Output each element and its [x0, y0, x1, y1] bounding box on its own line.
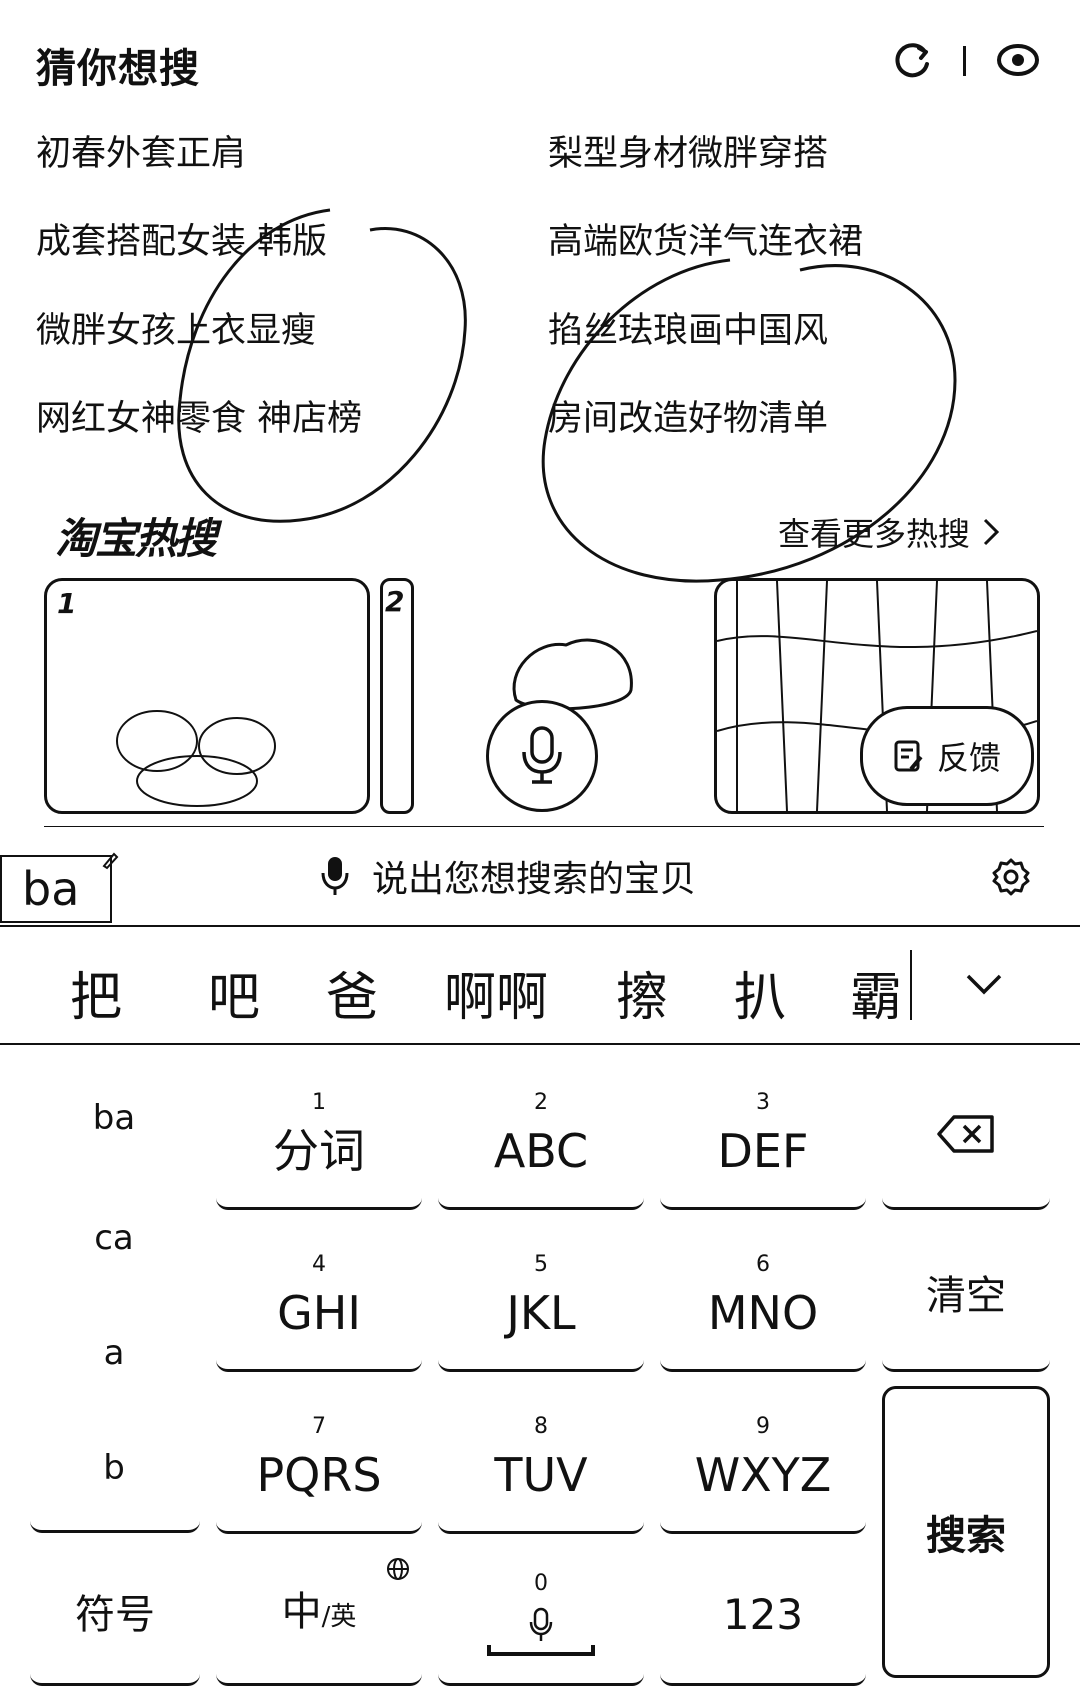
candidate-bar-divider [0, 1043, 1080, 1045]
candidate-item[interactable]: 扒 [734, 955, 786, 1030]
key-number: 1 [312, 1089, 326, 1115]
pinyin-option[interactable]: a [24, 1333, 204, 1373]
gear-icon[interactable] [990, 856, 1032, 898]
hot-search-card[interactable]: 2 [380, 578, 414, 814]
lang-sub-label: /英 [321, 1602, 357, 1632]
more-hot-search-link[interactable]: 查看更多热搜 [778, 509, 1000, 555]
key-number: 5 [534, 1251, 548, 1277]
key-number: 8 [534, 1413, 548, 1439]
hot-search-card[interactable]: 1 [44, 578, 370, 814]
feedback-button[interactable]: 反馈 [860, 706, 1034, 806]
key-label: DEF [717, 1123, 809, 1178]
candidate-divider [910, 950, 912, 1020]
number-key[interactable]: 123 [660, 1546, 866, 1686]
voice-input-hint[interactable]: 说出您想搜索的宝贝 [320, 850, 696, 902]
key-number: 0 [534, 1570, 548, 1596]
pencil-icon [102, 852, 119, 870]
feedback-label: 反馈 [936, 739, 1001, 777]
candidate-item[interactable]: 啊啊 [444, 955, 548, 1030]
refresh-icon[interactable] [893, 40, 933, 80]
content-bottom-divider [44, 826, 1044, 827]
key-2[interactable]: 2 ABC [438, 1060, 644, 1210]
rank-badge: 2 [385, 585, 405, 618]
key-label: 123 [722, 1589, 804, 1639]
feedback-icon [893, 739, 925, 773]
key-1[interactable]: 1 分词 [216, 1060, 422, 1210]
keyword-item[interactable]: 梨型身材微胖穿搭 [548, 125, 828, 176]
key-number: 9 [756, 1413, 770, 1439]
guess-section-title: 猜你想搜 [36, 46, 200, 92]
key-label: PQRS [256, 1447, 382, 1502]
key-label: 清空 [926, 1272, 1006, 1319]
candidate-item[interactable]: 爸 [326, 955, 378, 1030]
input-bar-divider [0, 925, 1080, 927]
key-number: 4 [312, 1251, 326, 1277]
toolbar-divider [963, 46, 966, 76]
pinyin-option[interactable]: b [24, 1448, 204, 1488]
chevron-down-icon[interactable] [960, 960, 1008, 1008]
key-number: 3 [756, 1089, 770, 1115]
mic-icon [520, 726, 564, 786]
key-label: MNO [707, 1285, 819, 1340]
key-label: TUV [494, 1447, 588, 1502]
voice-hint-label: 说出您想搜索的宝贝 [372, 859, 697, 900]
backspace-key[interactable] [882, 1060, 1050, 1210]
key-7[interactable]: 7 PQRS [216, 1384, 422, 1534]
key-label: ABC [493, 1123, 589, 1178]
rank-badge: 1 [57, 587, 77, 620]
chevron-right-icon [982, 517, 1000, 547]
mic-icon [320, 855, 350, 897]
lang-main-label: 中 [281, 1589, 322, 1635]
pinyin-option[interactable]: ba [24, 1098, 204, 1138]
more-hot-search-label: 查看更多热搜 [778, 515, 971, 553]
search-enter-key[interactable]: 搜索 [882, 1386, 1050, 1678]
mic-icon [529, 1607, 553, 1643]
key-label: WXYZ [694, 1447, 832, 1502]
candidate-item[interactable]: 把 [70, 955, 122, 1030]
globe-icon [387, 1558, 409, 1580]
voice-search-button[interactable] [486, 700, 598, 812]
composing-input[interactable]: ba [0, 855, 112, 923]
key-5[interactable]: 5 JKL [438, 1222, 644, 1372]
key-8[interactable]: 8 TUV [438, 1384, 644, 1534]
key-4[interactable]: 4 GHI [216, 1222, 422, 1372]
hot-search-title: 淘宝热搜 [55, 514, 217, 563]
clear-key[interactable]: 清空 [882, 1222, 1050, 1372]
space-voice-key[interactable]: 0 [438, 1546, 644, 1686]
key-number: 6 [756, 1251, 770, 1277]
candidate-item[interactable]: 吧 [208, 955, 260, 1030]
key-label: 符号 [75, 1591, 155, 1638]
key-3[interactable]: 3 DEF [660, 1060, 866, 1210]
candidate-item[interactable]: 擦 [616, 955, 668, 1030]
key-9[interactable]: 9 WXYZ [660, 1384, 866, 1534]
backspace-icon [936, 1114, 996, 1154]
key-label: 分词 [273, 1123, 365, 1178]
key-label: GHI [277, 1285, 361, 1340]
symbol-key[interactable]: 符号 [30, 1546, 200, 1686]
pinyin-option[interactable]: ca [24, 1218, 204, 1258]
space-bar-icon [487, 1644, 595, 1656]
key-6[interactable]: 6 MNO [660, 1222, 866, 1372]
product-image [116, 710, 276, 807]
key-label: JKL [506, 1285, 576, 1340]
keyword-item[interactable]: 初春外套正肩 [36, 125, 246, 176]
eye-icon[interactable] [995, 40, 1041, 80]
candidate-item[interactable]: 霸 [850, 955, 902, 1030]
key-number: 2 [534, 1089, 548, 1115]
side-list-panel [30, 1510, 200, 1533]
enter-key-label: 搜索 [926, 1513, 1006, 1559]
key-number: 7 [312, 1413, 326, 1439]
